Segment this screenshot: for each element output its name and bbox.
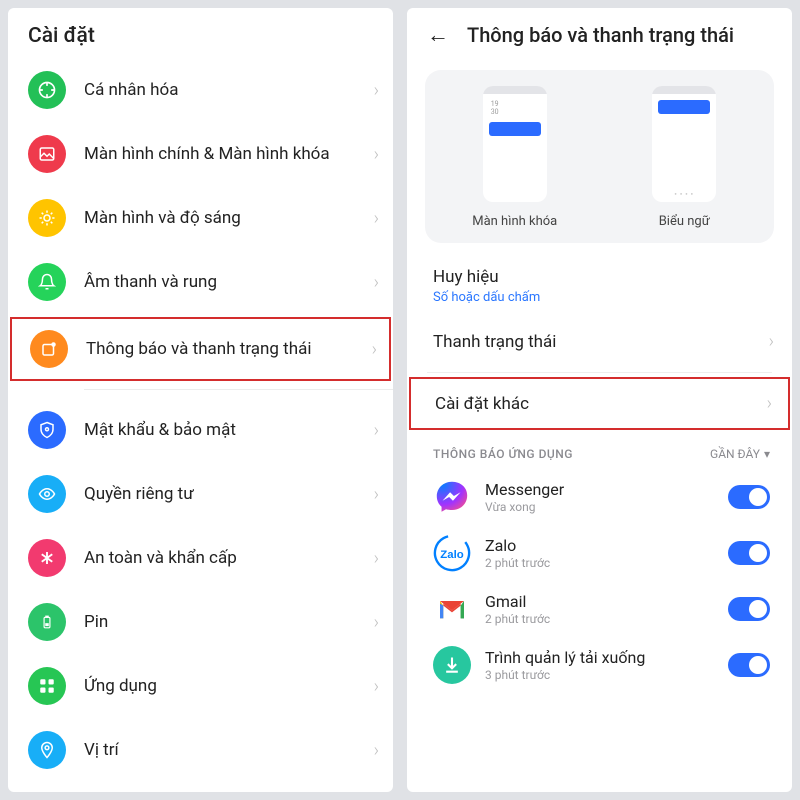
zalo-icon: Zalo — [433, 534, 471, 572]
other-settings-row[interactable]: Cài đặt khác › — [409, 377, 790, 430]
app-row-messenger[interactable]: Messenger Vừa xong — [407, 469, 792, 525]
notifications-settings-screen: ← Thông báo và thanh trạng thái 1930 Màn… — [407, 8, 792, 792]
chevron-right-icon: › — [374, 484, 379, 505]
toggle-messenger[interactable] — [728, 485, 770, 509]
chevron-right-icon: › — [374, 420, 379, 441]
settings-item-personalization[interactable]: Cá nhân hóa › — [8, 58, 393, 122]
gmail-icon — [433, 590, 471, 628]
settings-item-location[interactable]: Vị trí › — [8, 718, 393, 782]
chevron-right-icon: › — [372, 339, 377, 360]
settings-item-battery[interactable]: Pin › — [8, 590, 393, 654]
compass-icon — [28, 71, 66, 109]
shield-icon — [28, 411, 66, 449]
chevron-right-icon: › — [767, 393, 772, 414]
caret-down-icon: ▾ — [764, 447, 770, 461]
chevron-right-icon: › — [374, 548, 379, 569]
preview-selector: 1930 Màn hình khóa ● ● ● ● Biểu ngữ — [425, 70, 774, 243]
badge-row[interactable]: Huy hiệu Số hoặc dấu chấm — [407, 257, 792, 315]
settings-screen: Cài đặt Cá nhân hóa › Màn hình chính & M… — [8, 8, 393, 792]
page-title: Cài đặt — [8, 8, 393, 58]
app-row-gmail[interactable]: Gmail 2 phút trước — [407, 581, 792, 637]
chevron-right-icon: › — [374, 612, 379, 633]
settings-item-display[interactable]: Màn hình và độ sáng › — [8, 186, 393, 250]
back-arrow-icon[interactable]: ← — [427, 22, 449, 48]
settings-item-apps[interactable]: Ứng dụng › — [8, 654, 393, 718]
settings-item-notifications[interactable]: Thông báo và thanh trạng thái › — [10, 317, 391, 381]
messenger-icon — [433, 478, 471, 516]
chevron-right-icon: › — [374, 272, 379, 293]
settings-item-emergency[interactable]: An toàn và khẩn cấp › — [8, 526, 393, 590]
chevron-right-icon: › — [769, 331, 774, 352]
brightness-icon — [28, 199, 66, 237]
settings-item-home-lock[interactable]: Màn hình chính & Màn hình khóa › — [8, 122, 393, 186]
settings-list: Cá nhân hóa › Màn hình chính & Màn hình … — [8, 58, 393, 782]
divider — [427, 372, 772, 373]
battery-icon — [28, 603, 66, 641]
apps-icon — [28, 667, 66, 705]
app-row-zalo[interactable]: Zalo Zalo 2 phút trước — [407, 525, 792, 581]
chevron-right-icon: › — [374, 144, 379, 165]
eye-icon — [28, 475, 66, 513]
svg-text:Zalo: Zalo — [440, 549, 463, 561]
bell-icon — [28, 263, 66, 301]
download-icon — [433, 646, 471, 684]
chevron-right-icon: › — [374, 80, 379, 101]
app-notifications-header: THÔNG BÁO ỨNG DỤNG GẦN ĐÂY ▾ — [407, 433, 792, 469]
preview-banner[interactable]: ● ● ● ● Biểu ngữ — [605, 86, 765, 229]
divider — [84, 389, 393, 390]
settings-item-sound[interactable]: Âm thanh và rung › — [8, 250, 393, 314]
settings-item-privacy[interactable]: Quyền riêng tư › — [8, 462, 393, 526]
preview-lockscreen[interactable]: 1930 Màn hình khóa — [435, 86, 595, 229]
page-title: Thông báo và thanh trạng thái — [467, 23, 734, 47]
toggle-download[interactable] — [728, 653, 770, 677]
status-bar-row[interactable]: Thanh trạng thái › — [407, 315, 792, 368]
chevron-right-icon: › — [374, 676, 379, 697]
chevron-right-icon: › — [374, 208, 379, 229]
app-row-download-manager[interactable]: Trình quản lý tải xuống 3 phút trước — [407, 637, 792, 693]
chevron-right-icon: › — [374, 740, 379, 761]
filter-recent[interactable]: GẦN ĐÂY ▾ — [710, 447, 770, 461]
toggle-zalo[interactable] — [728, 541, 770, 565]
toggle-gmail[interactable] — [728, 597, 770, 621]
banner-preview-icon: ● ● ● ● — [652, 86, 716, 202]
asterisk-icon — [28, 539, 66, 577]
lockscreen-preview-icon: 1930 — [483, 86, 547, 202]
settings-item-security[interactable]: Mật khẩu & bảo mật › — [8, 398, 393, 462]
location-icon — [28, 731, 66, 769]
notification-icon — [30, 330, 68, 368]
picture-icon — [28, 135, 66, 173]
